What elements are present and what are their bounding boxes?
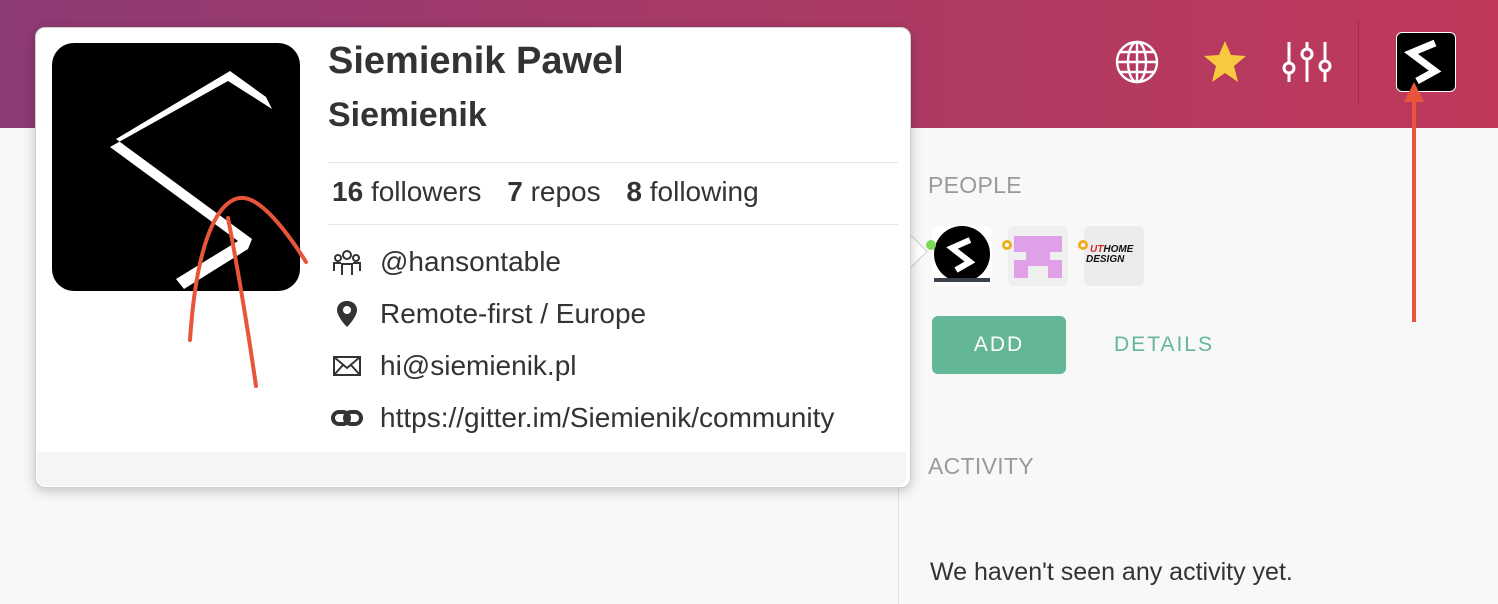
followers-stat[interactable]: 16 followers — [332, 176, 481, 207]
company-row: @hansontable — [330, 244, 561, 280]
website-row: https://gitter.im/Siemienik/community — [330, 400, 834, 436]
settings-sliders-icon[interactable] — [1281, 38, 1332, 86]
company-text: @hansontable — [380, 246, 562, 277]
person-avatar[interactable]: UTHOME DESIGN — [1084, 226, 1144, 286]
activity-title: ACTIVITY — [928, 453, 1034, 479]
location-pin-icon — [330, 297, 364, 331]
following-stat[interactable]: 8 following — [626, 176, 758, 207]
repos-stat[interactable]: 7 repos — [507, 176, 600, 207]
header-separator — [1358, 20, 1359, 104]
away-status-dot — [1078, 240, 1088, 250]
divider — [328, 162, 898, 163]
people-title: PEOPLE — [928, 172, 1022, 198]
envelope-icon — [330, 349, 364, 383]
details-button[interactable]: DETAILS — [1100, 316, 1228, 374]
brand-logo: UTHOME DESIGN — [1086, 244, 1134, 265]
people-group-icon — [330, 245, 364, 279]
activity-empty-message: We haven't seen any activity yet. — [930, 558, 1293, 586]
svg-text:DESIGN: DESIGN — [1086, 254, 1125, 265]
website-link[interactable]: https://gitter.im/Siemienik/community — [380, 402, 834, 434]
user-avatar[interactable] — [1396, 32, 1456, 92]
location-row: Remote-first / Europe — [330, 296, 646, 332]
profile-avatar — [52, 43, 300, 291]
globe-icon[interactable] — [1113, 38, 1161, 86]
email-row: hi@siemienik.pl — [330, 348, 577, 384]
online-status-dot — [926, 240, 936, 250]
profile-username: Siemienik — [328, 96, 487, 134]
link-icon — [330, 401, 364, 435]
profile-stats: 16 followers 7 repos 8 following — [332, 176, 777, 208]
person-avatar[interactable] — [1008, 226, 1068, 286]
location-text: Remote-first / Europe — [380, 298, 647, 329]
divider — [328, 224, 898, 225]
email-link[interactable]: hi@siemienik.pl — [380, 350, 577, 382]
star-icon[interactable] — [1201, 38, 1249, 86]
away-status-dot — [1002, 240, 1012, 250]
profile-display-name: Siemienik Pawel — [328, 40, 624, 82]
person-avatar[interactable] — [932, 226, 992, 286]
add-button[interactable]: ADD — [932, 316, 1066, 374]
popover-footer — [37, 452, 906, 486]
